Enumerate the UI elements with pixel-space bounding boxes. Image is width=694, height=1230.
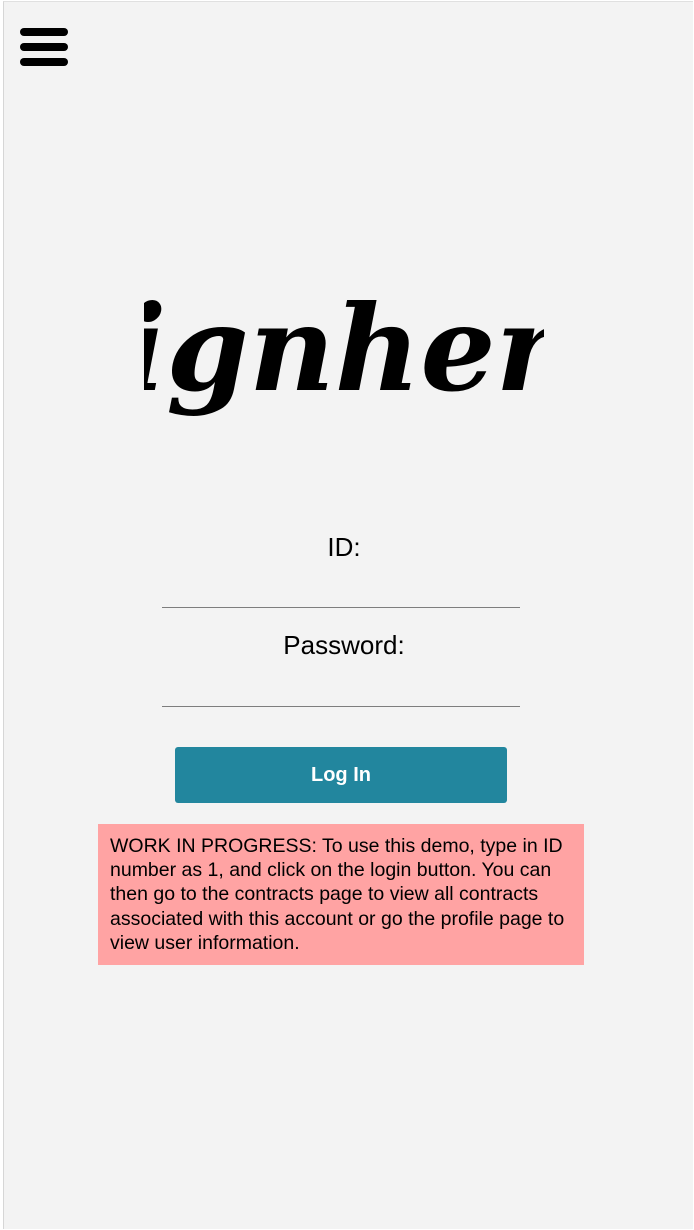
work-in-progress-notice: WORK IN PROGRESS: To use this demo, type… <box>98 824 584 965</box>
id-input[interactable] <box>162 574 520 608</box>
menu-bar <box>20 43 68 51</box>
password-label: Password: <box>283 630 405 660</box>
signhere-logo: signhere <box>144 272 544 462</box>
logo-text: signhere <box>144 279 544 418</box>
id-label: ID: <box>327 532 361 562</box>
menu-bar <box>20 28 68 36</box>
hamburger-menu-icon[interactable] <box>18 26 70 70</box>
logo-wordmark: signhere <box>144 279 544 418</box>
login-button[interactable]: Log In <box>175 747 507 803</box>
app-screen: signhere ID: Password: Log In WORK IN PR… <box>3 1 693 1229</box>
password-input[interactable] <box>162 673 520 707</box>
menu-bar <box>20 58 68 66</box>
